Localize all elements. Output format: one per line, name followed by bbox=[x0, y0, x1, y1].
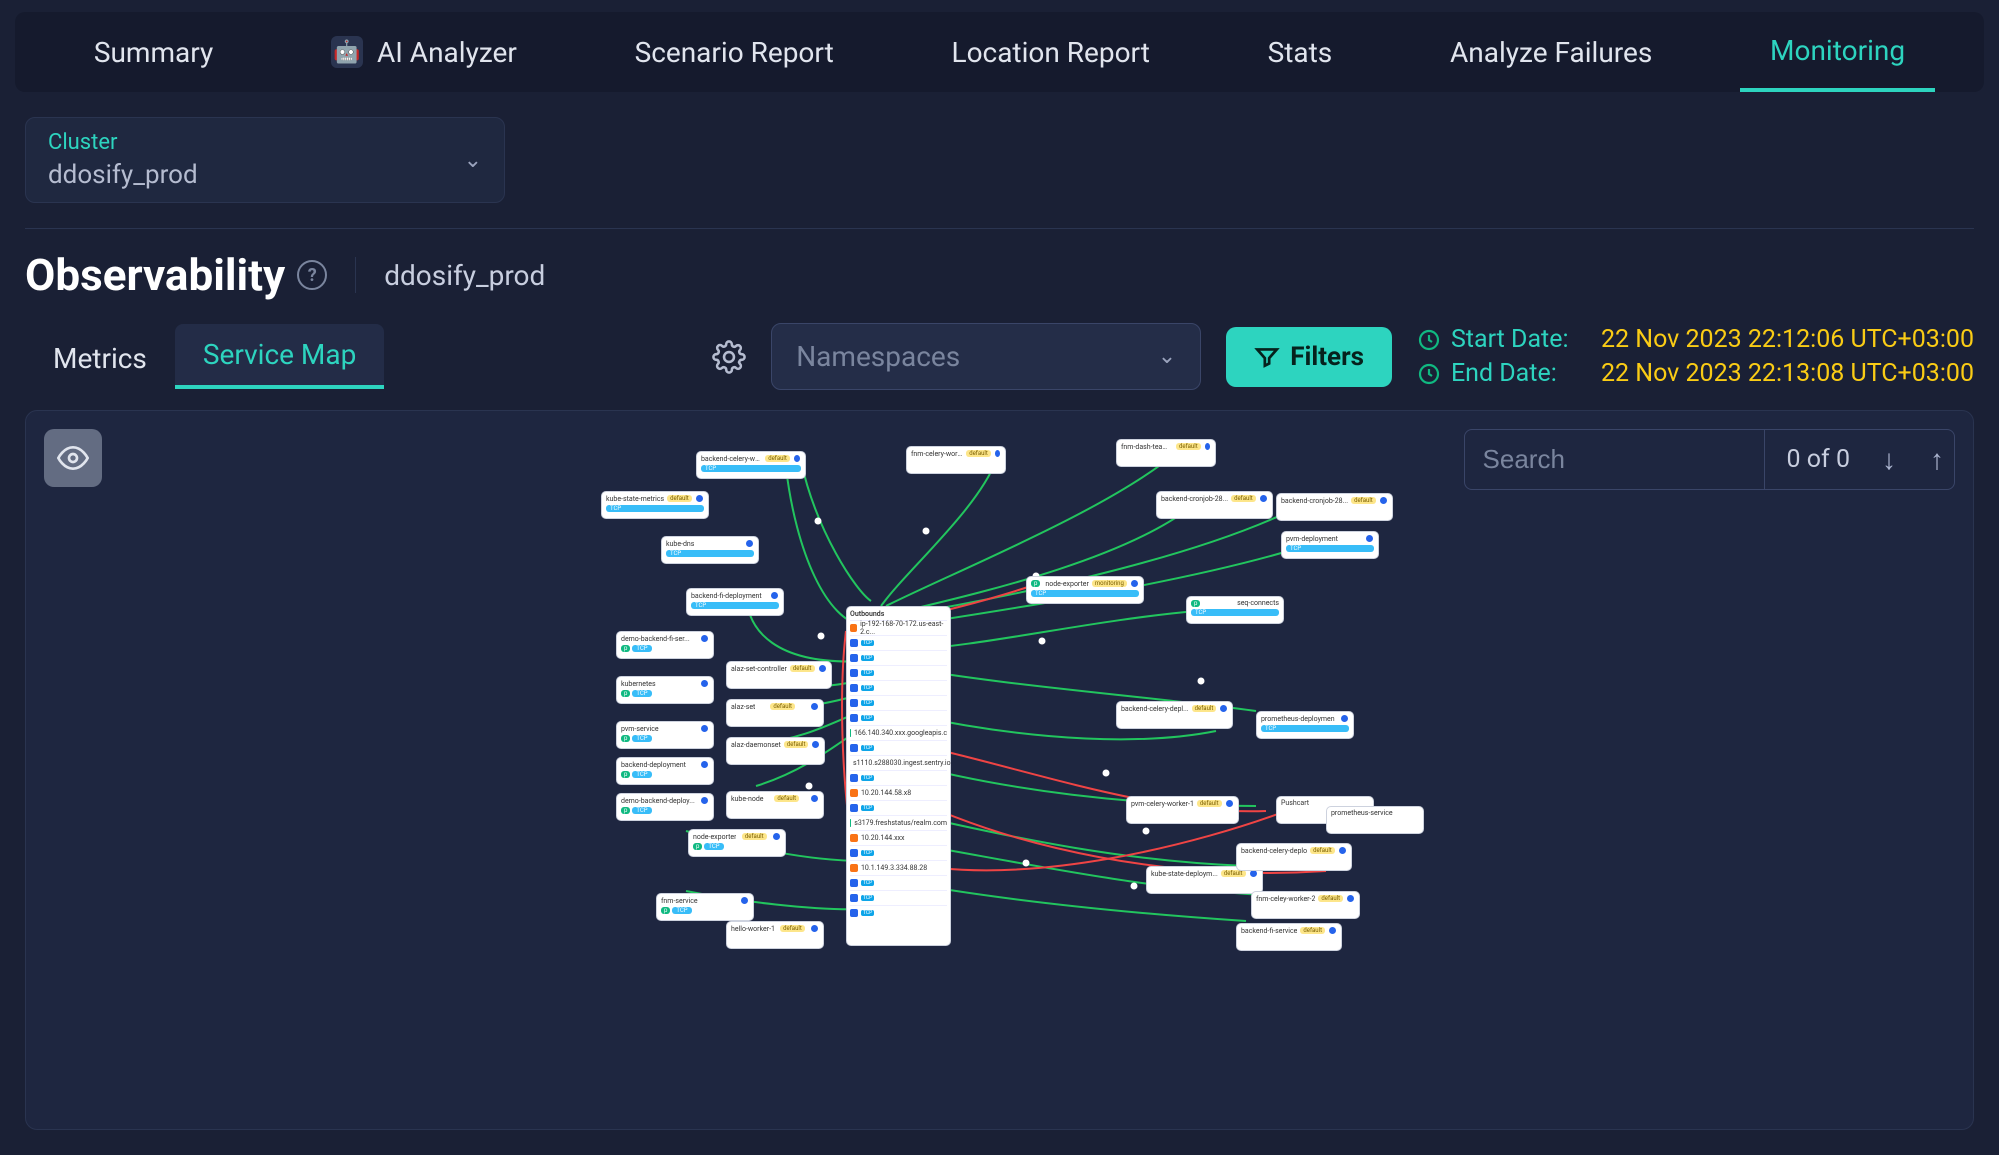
service-map-node[interactable]: hello-worker-1default bbox=[726, 921, 824, 949]
top-nav-tabs: Summary 🤖 AI Analyzer Scenario Report Lo… bbox=[15, 12, 1984, 92]
chevron-down-icon: ⌄ bbox=[1158, 344, 1176, 369]
service-map-node[interactable]: kubernetespTCP bbox=[616, 676, 714, 704]
service-map-node[interactable]: alaz-daemonsetdefault bbox=[726, 737, 825, 765]
vertical-divider bbox=[355, 257, 356, 293]
service-map-node[interactable]: kube-dnsTCP bbox=[661, 536, 759, 564]
start-date-label: Start Date: bbox=[1451, 325, 1591, 354]
service-map-node[interactable]: demo-backend-deploy...pTCP bbox=[616, 793, 714, 821]
service-map-node-outbounds[interactable]: Outbounds ip-192-168-70-172.us-east-2.c.… bbox=[846, 606, 951, 946]
cluster-value: ddosify_prod bbox=[48, 160, 198, 190]
tab-failures-label: Analyze Failures bbox=[1450, 36, 1652, 69]
tab-stats[interactable]: Stats bbox=[1238, 12, 1363, 92]
node-header: Outbounds bbox=[850, 610, 947, 618]
clock-icon bbox=[1417, 328, 1441, 352]
service-map-node[interactable]: pseq-connectsTCP bbox=[1186, 596, 1284, 624]
tab-summary[interactable]: Summary bbox=[64, 12, 243, 92]
service-map-node[interactable]: pvm-celery-worker-1default bbox=[1126, 796, 1239, 824]
service-map-node[interactable]: fnm-dash-team-depl...default bbox=[1116, 439, 1216, 467]
service-map-node[interactable]: pvm-servicepTCP bbox=[616, 721, 714, 749]
service-map-node[interactable]: backend-cronjob-28...default bbox=[1156, 491, 1273, 519]
tab-scenario-label: Scenario Report bbox=[635, 36, 834, 69]
end-date-value: 22 Nov 2023 22:13:08 UTC+03:00 bbox=[1601, 359, 1974, 388]
tab-stats-label: Stats bbox=[1268, 36, 1333, 69]
sub-tabs: Metrics Service Map bbox=[25, 324, 384, 389]
service-map-node[interactable]: backend-fi-servicedefault bbox=[1236, 923, 1342, 951]
tab-location-report[interactable]: Location Report bbox=[921, 12, 1179, 92]
tab-ai-label: AI Analyzer bbox=[377, 36, 517, 69]
namespace-select-dropdown[interactable]: Namespaces ⌄ bbox=[771, 323, 1201, 390]
robot-icon: 🤖 bbox=[331, 36, 363, 68]
tab-location-label: Location Report bbox=[951, 36, 1149, 69]
graph-edges bbox=[26, 411, 1973, 1129]
service-map-node[interactable]: pnode-exportermonitoringTCP bbox=[1026, 576, 1144, 604]
service-map-node[interactable]: backend-cronjob-28...default bbox=[1276, 493, 1393, 521]
service-map-node[interactable]: backend-deploymentpTCP bbox=[616, 757, 714, 785]
cluster-label: Cluster bbox=[48, 130, 198, 155]
cluster-select-dropdown[interactable]: Cluster ddosify_prod ⌄ bbox=[25, 117, 505, 203]
service-map-node[interactable]: kube-state-metricsdefaultTCP bbox=[601, 491, 709, 519]
tab-monitoring-label: Monitoring bbox=[1770, 34, 1905, 67]
date-range: Start Date: 22 Nov 2023 22:12:06 UTC+03:… bbox=[1417, 325, 1974, 388]
filter-icon bbox=[1254, 344, 1280, 370]
tab-monitoring[interactable]: Monitoring bbox=[1740, 12, 1935, 92]
cluster-name-breadcrumb: ddosify_prod bbox=[384, 259, 545, 292]
gear-icon[interactable] bbox=[712, 340, 746, 374]
service-map-panel: 0 of 0 ↓ ↑ bbox=[25, 410, 1974, 1130]
sub-tab-service-map[interactable]: Service Map bbox=[175, 324, 384, 389]
filters-button[interactable]: Filters bbox=[1226, 327, 1392, 387]
namespace-placeholder: Namespaces bbox=[796, 340, 960, 373]
tab-analyze-failures[interactable]: Analyze Failures bbox=[1420, 12, 1682, 92]
service-map-node[interactable]: demo-backend-fi-ser...pTCP bbox=[616, 631, 714, 659]
service-map-node[interactable]: fnm-celery-worker-de...default bbox=[906, 446, 1006, 474]
page-title-text: Observability bbox=[25, 249, 285, 301]
start-date-value: 22 Nov 2023 22:12:06 UTC+03:00 bbox=[1601, 325, 1974, 354]
service-map-node[interactable]: prometheus-service bbox=[1326, 806, 1424, 834]
service-map-node[interactable]: backend-celery-depl...default bbox=[1116, 701, 1233, 729]
sub-tab-metrics[interactable]: Metrics bbox=[25, 328, 175, 389]
service-map-node[interactable]: backend-fi-deploymentTCP bbox=[686, 588, 784, 616]
service-map-node[interactable]: kube-nodedefault bbox=[726, 791, 824, 819]
tab-summary-label: Summary bbox=[94, 36, 213, 69]
service-map-node[interactable]: prometheus-deploymenTCP bbox=[1256, 711, 1354, 739]
service-map-node[interactable]: alaz-set-controllerdefault bbox=[726, 661, 832, 689]
divider bbox=[25, 228, 1974, 229]
end-date-label: End Date: bbox=[1451, 359, 1591, 388]
tab-scenario-report[interactable]: Scenario Report bbox=[605, 12, 864, 92]
service-map-node[interactable]: fnm-servicepTCP bbox=[656, 893, 754, 921]
service-map-node[interactable]: alaz-setdefault bbox=[726, 699, 824, 727]
service-map-node[interactable]: pvm-deploymentTCP bbox=[1281, 531, 1379, 559]
clock-icon bbox=[1417, 362, 1441, 386]
service-map-node[interactable]: fnm-celey-worker-2default bbox=[1251, 891, 1360, 919]
filters-button-label: Filters bbox=[1290, 342, 1364, 372]
help-icon[interactable]: ? bbox=[297, 260, 327, 290]
chevron-down-icon: ⌄ bbox=[464, 148, 482, 173]
service-map-node[interactable]: backend-celery-work...defaultTCP bbox=[696, 451, 806, 479]
service-map-node[interactable]: node-exporterdefaultpTCP bbox=[688, 829, 786, 857]
page-title: Observability ? bbox=[25, 249, 327, 301]
tab-ai-analyzer[interactable]: 🤖 AI Analyzer bbox=[301, 12, 547, 92]
service-map-node[interactable]: backend-celery-deplodefault bbox=[1236, 843, 1352, 871]
